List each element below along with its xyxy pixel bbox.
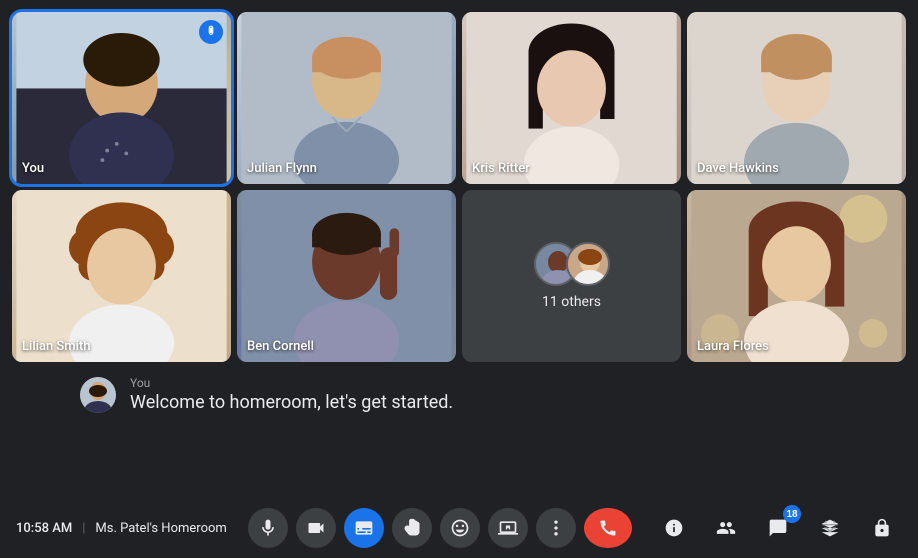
chat-badge: 18: [783, 505, 801, 523]
tile-dave[interactable]: Dave Hawkins: [687, 12, 906, 184]
tile-label-julian: Julian Flynn: [247, 161, 317, 176]
tile-laura[interactable]: Laura Flores: [687, 190, 906, 362]
tile-you[interactable]: You: [12, 12, 231, 184]
controls-center: [227, 508, 654, 548]
chat-button[interactable]: 18: [758, 508, 798, 548]
tile-label-laura: Laura Flores: [697, 339, 769, 354]
captions-button[interactable]: [344, 508, 384, 548]
others-avatars: [534, 242, 610, 286]
more-options-button[interactable]: [536, 508, 576, 548]
tile-label-dave: Dave Hawkins: [697, 161, 779, 176]
message-avatar: [80, 377, 116, 413]
present-button[interactable]: [488, 508, 528, 548]
info-button[interactable]: [654, 508, 694, 548]
controls-right: 18: [654, 508, 902, 548]
tile-julian[interactable]: Julian Flynn: [237, 12, 456, 184]
message-sender: You: [130, 376, 453, 390]
others-avatar-2: [566, 242, 610, 286]
end-call-button[interactable]: [584, 508, 632, 548]
bottom-bar: 10:58 AM | Ms. Patel's Homeroom: [0, 498, 918, 558]
reactions-button[interactable]: [440, 508, 480, 548]
tile-kris[interactable]: Kris Ritter: [462, 12, 681, 184]
message-area: You Welcome to homeroom, let's get start…: [0, 370, 918, 419]
lock-button[interactable]: [862, 508, 902, 548]
tile-lilian[interactable]: Lilian Smith: [12, 190, 231, 362]
meeting-title: Ms. Patel's Homeroom: [95, 521, 226, 536]
video-grid: You Julian Flynn: [0, 0, 918, 370]
tile-label-lilian: Lilian Smith: [22, 339, 91, 354]
participants-button[interactable]: [706, 508, 746, 548]
message-content: You Welcome to homeroom, let's get start…: [130, 376, 453, 413]
mute-indicator-you: [199, 20, 223, 44]
activities-button[interactable]: [810, 508, 850, 548]
camera-button[interactable]: [296, 508, 336, 548]
meeting-info: 10:58 AM | Ms. Patel's Homeroom: [16, 521, 227, 536]
tile-label-ben: Ben Cornell: [247, 339, 314, 354]
message-text: Welcome to homeroom, let's get started.: [130, 392, 453, 413]
tile-label-kris: Kris Ritter: [472, 161, 530, 176]
tile-ben[interactable]: Ben Cornell: [237, 190, 456, 362]
tile-label-you: You: [22, 161, 44, 176]
raise-hand-button[interactable]: [392, 508, 432, 548]
mic-button[interactable]: [248, 508, 288, 548]
time-display: 10:58 AM: [16, 521, 72, 536]
others-count-label: 11 others: [542, 294, 601, 310]
tile-others[interactable]: 11 others: [462, 190, 681, 362]
